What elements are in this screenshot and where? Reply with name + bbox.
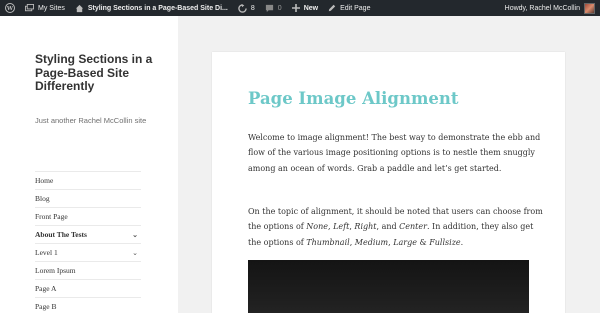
article-image [248,260,529,313]
menu-item-lorem-ipsum[interactable]: Lorem Ipsum [35,261,141,279]
site-name-menu[interactable]: Styling Sections in a Page-Based Site Di… [70,0,233,16]
wordpress-logo-button[interactable]: W [0,0,20,16]
menu-item-label: Blog [35,194,50,203]
text-run: , and [376,222,400,232]
alignment-paragraph: On the topic of alignment, it should be … [248,204,543,250]
menu-item-label: About The Tests [35,230,87,239]
account-menu[interactable]: Howdy, Rachel McCollin [500,0,600,16]
emphasis-thumbnail: Thumbnail [306,237,350,247]
emphasis-right: Right [354,222,377,232]
my-sites-label: My Sites [38,4,65,12]
emphasis-none: None [306,222,328,232]
updates-button[interactable]: 8 [233,0,260,16]
intro-paragraph: Welcome to image alignment! The best way… [248,133,541,173]
text-run: & [416,237,430,247]
menu-item-blog[interactable]: Blog [35,189,141,207]
menu-item-level-1[interactable]: Level 1 ⌄ [35,243,141,261]
new-label: New [303,4,319,12]
chevron-down-icon[interactable]: ⌄ [132,231,141,239]
chevron-down-icon[interactable]: ⌄ [132,249,141,257]
emphasis-center: Center [399,222,427,232]
page-title: Page Image Alignment [248,89,459,108]
updates-icon [238,3,247,13]
menu-item-page-a[interactable]: Page A [35,279,141,297]
menu-item-label: Lorem Ipsum [35,266,76,275]
admin-bar: W My Sites Styling Sections in a Page-Ba… [0,0,600,16]
howdy-label: Howdy, Rachel McCollin [504,4,580,12]
menu-item-label: Home [35,176,54,185]
home-icon [75,4,84,13]
edit-page-label: Edit Page [340,4,371,12]
menu-item-page-b[interactable]: Page B [35,297,141,313]
plus-icon [291,4,300,12]
wordpress-icon: W [5,3,15,13]
menu-item-label: Page A [35,284,57,293]
menu-item-label: Front Page [35,212,68,221]
main-navigation: Home Blog Front Page About The Tests ⌄ L… [35,171,141,313]
pencil-icon [328,4,336,12]
my-sites-menu[interactable]: My Sites [20,0,70,16]
menu-item-about-the-tests[interactable]: About The Tests ⌄ [35,225,141,243]
avatar [584,2,595,14]
menu-item-label: Page B [35,301,57,311]
menu-item-home[interactable]: Home [35,171,141,189]
comments-count: 0 [277,4,282,12]
site-name-label: Styling Sections in a Page-Based Site Di… [87,4,228,12]
emphasis-medium: Medium [354,237,389,247]
emphasis-left: Left [333,222,350,232]
sites-icon [25,3,34,13]
emphasis-large: Large [393,237,417,247]
comments-button[interactable]: 0 [260,0,287,16]
text-run: . [460,237,464,247]
menu-item-label: Level 1 [35,248,58,257]
updates-count: 8 [250,4,255,12]
svg-text:W: W [6,6,14,12]
new-content-button[interactable]: New [287,0,323,16]
comment-icon [265,4,274,13]
site-description: Just another Rachel McCollin site [35,116,147,125]
article-card: Page Image Alignment Welcome to image al… [212,52,565,313]
site-title[interactable]: Styling Sections in a Page-Based Site Di… [35,52,155,94]
menu-item-front-page[interactable]: Front Page [35,207,141,225]
edit-page-button[interactable]: Edit Page [323,0,375,16]
emphasis-fullsize: Fullsize [429,237,461,247]
sidebar: Styling Sections in a Page-Based Site Di… [0,16,178,313]
